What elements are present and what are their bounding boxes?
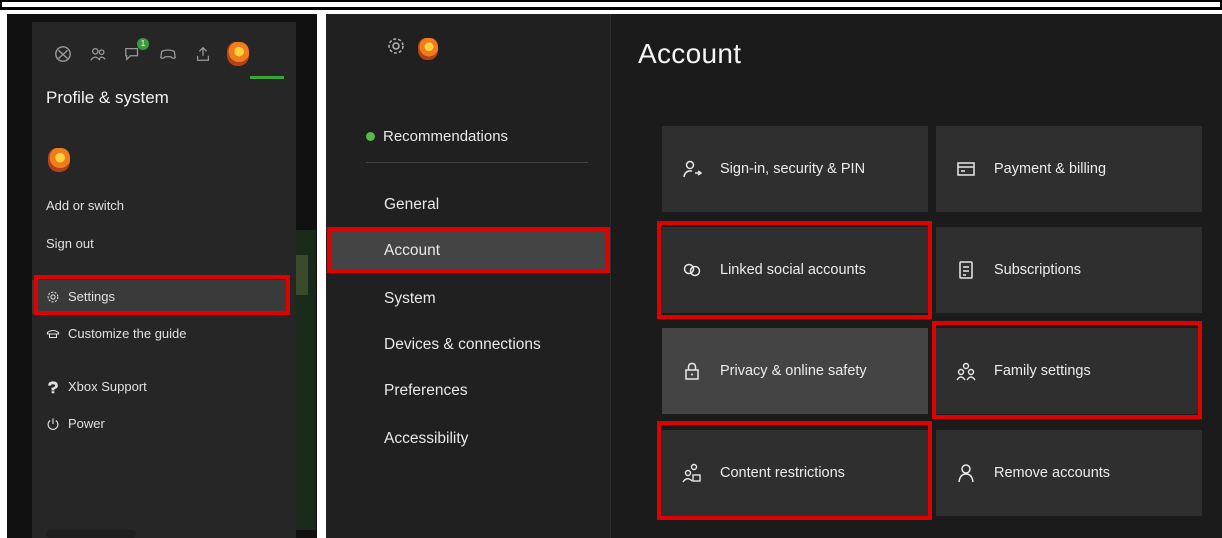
tile-remove-accounts[interactable]: Remove accounts xyxy=(936,430,1202,516)
avatar[interactable] xyxy=(48,148,70,177)
settings-label: Settings xyxy=(68,289,115,304)
support-icon xyxy=(46,380,60,394)
tile-sign-in-security-pin[interactable]: Sign-in, security & PIN xyxy=(662,126,928,212)
guide-icon xyxy=(46,327,60,341)
tile-label: Sign-in, security & PIN xyxy=(720,161,866,177)
guide-scroll-hint xyxy=(46,530,136,538)
power-label: Power xyxy=(68,416,105,431)
nav-item-general[interactable]: General xyxy=(384,196,439,214)
sign-out-label: Sign out xyxy=(46,236,94,251)
link-icon xyxy=(682,260,702,280)
tile-label: Family settings xyxy=(994,363,1091,379)
tile-label: Subscriptions xyxy=(994,262,1082,278)
person-key-icon xyxy=(682,159,702,179)
settings-nav: Recommendations General Account System D… xyxy=(326,14,610,538)
tile-privacy-online-safety[interactable]: Privacy & online safety xyxy=(662,328,928,414)
nav-header xyxy=(386,36,438,61)
notification-badge: 1 xyxy=(137,38,149,50)
tile-family-settings[interactable]: Family settings xyxy=(936,328,1202,414)
settings-app: Recommendations General Account System D… xyxy=(326,14,1222,538)
xbox-support-button[interactable]: Xbox Support xyxy=(46,379,147,394)
tile-label: Content restrictions xyxy=(720,465,845,481)
nav-item-accessibility[interactable]: Accessibility xyxy=(384,430,468,448)
tile-label: Remove accounts xyxy=(994,465,1111,481)
power-button[interactable]: Power xyxy=(46,416,105,431)
xbox-support-label: Xbox Support xyxy=(68,379,147,394)
lock-icon xyxy=(682,361,702,381)
customize-guide-button[interactable]: Customize the guide xyxy=(46,326,187,341)
avatar-icon[interactable] xyxy=(227,42,249,66)
chat-icon[interactable]: 1 xyxy=(122,38,149,65)
upload-icon[interactable] xyxy=(192,43,214,65)
receipt-icon xyxy=(956,260,976,280)
guide-tab-bar: 1 xyxy=(52,34,292,74)
profile-avatar xyxy=(227,42,249,66)
nav-item-label: Recommendations xyxy=(383,128,509,145)
gear-icon xyxy=(46,290,60,304)
sign-out-button[interactable]: Sign out xyxy=(46,236,94,251)
tile-content-restrictions[interactable]: Content restrictions xyxy=(662,430,928,516)
nav-selected-highlight xyxy=(330,230,610,272)
guide-title: Profile & system xyxy=(46,88,169,107)
person-icon xyxy=(956,463,976,483)
settings-button[interactable]: Settings xyxy=(46,289,115,304)
nav-item-recommendations[interactable]: Recommendations xyxy=(366,128,508,145)
nav-item-system[interactable]: System xyxy=(384,290,436,308)
add-or-switch-label: Add or switch xyxy=(46,198,125,213)
people-icon[interactable] xyxy=(87,43,109,65)
card-icon xyxy=(956,159,976,179)
controller-icon[interactable] xyxy=(157,43,179,65)
nav-item-devices-connections[interactable]: Devices & connections xyxy=(384,336,541,354)
xbox-icon[interactable] xyxy=(52,43,74,65)
tile-payment-billing[interactable]: Payment & billing xyxy=(936,126,1202,212)
active-tab-indicator xyxy=(250,76,284,79)
avatar xyxy=(418,37,438,60)
page-title: Account xyxy=(638,38,742,69)
tile-label: Privacy & online safety xyxy=(720,363,867,379)
nav-divider xyxy=(366,162,588,163)
nav-pane-divider xyxy=(610,14,611,538)
power-icon xyxy=(46,417,60,431)
nav-item-account[interactable]: Account xyxy=(384,242,440,260)
status-dot xyxy=(366,132,375,141)
gear-icon xyxy=(386,36,406,61)
person-lock-icon xyxy=(682,463,702,483)
top-frame xyxy=(0,0,1222,10)
guide-panel: 1 Profile & system Add or switch Sign ou… xyxy=(32,22,296,538)
family-icon xyxy=(956,361,976,381)
tile-subscriptions[interactable]: Subscriptions xyxy=(936,227,1202,313)
add-or-switch-button[interactable]: Add or switch xyxy=(46,198,124,213)
tile-label: Payment & billing xyxy=(994,161,1107,177)
background-strip-accent xyxy=(296,255,308,295)
customize-guide-label: Customize the guide xyxy=(68,326,187,341)
tile-label: Linked social accounts xyxy=(720,262,866,278)
nav-item-preferences[interactable]: Preferences xyxy=(384,382,468,400)
tile-linked-social-accounts[interactable]: Linked social accounts xyxy=(662,227,928,313)
